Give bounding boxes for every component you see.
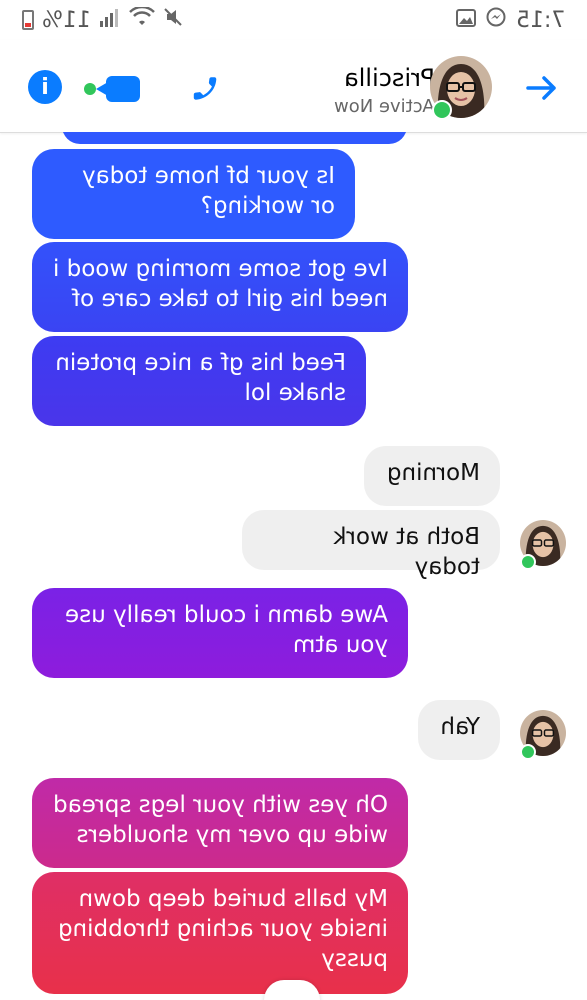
online-indicator <box>432 100 452 120</box>
message-bubble-received[interactable]: Yah <box>418 700 500 760</box>
message-list[interactable]: Is your bf home today or working? Ive go… <box>0 132 587 1000</box>
conversation-header: i Priscilla Active Now <box>0 40 587 133</box>
message-bubble-received[interactable]: Both at work today <box>242 510 500 580</box>
status-time: 7:15 <box>515 7 565 33</box>
message-bubble[interactable]: Is your bf home today or working? <box>32 149 355 239</box>
wifi-icon <box>129 5 155 33</box>
messenger-icon <box>486 7 506 33</box>
message-bubble[interactable]: Ive got some morning wood i need his gir… <box>32 242 408 332</box>
message-bubble[interactable]: Awe damn i could really use you atm <box>32 588 408 678</box>
back-arrow-icon[interactable] <box>522 68 562 108</box>
message-bubble[interactable]: My balls buried deep down inside your ac… <box>32 872 408 994</box>
scroll-down-button[interactable] <box>264 980 320 1000</box>
battery-percent: 11% <box>42 7 91 33</box>
video-call-icon[interactable] <box>84 74 144 104</box>
signal-icon <box>99 8 121 33</box>
message-bubble[interactable]: Feed his gf a nice protein shake lol <box>32 336 366 426</box>
message-bubble-partial[interactable] <box>62 132 407 144</box>
online-indicator <box>520 744 536 760</box>
contact-status: Active Now <box>334 96 435 117</box>
contact-name: Priscilla <box>344 64 435 92</box>
message-bubble[interactable]: Oh yes with your legs spread wide up ove… <box>32 778 408 868</box>
info-icon[interactable]: i <box>28 70 62 104</box>
gallery-icon <box>455 8 476 33</box>
mute-icon <box>163 7 183 33</box>
phone-icon[interactable] <box>186 70 222 106</box>
status-bar: 11% 7:15 <box>0 0 587 40</box>
video-active-dot <box>84 83 96 95</box>
message-bubble-received[interactable]: Morning <box>364 446 500 506</box>
battery-icon <box>22 10 34 30</box>
online-indicator <box>520 554 536 570</box>
